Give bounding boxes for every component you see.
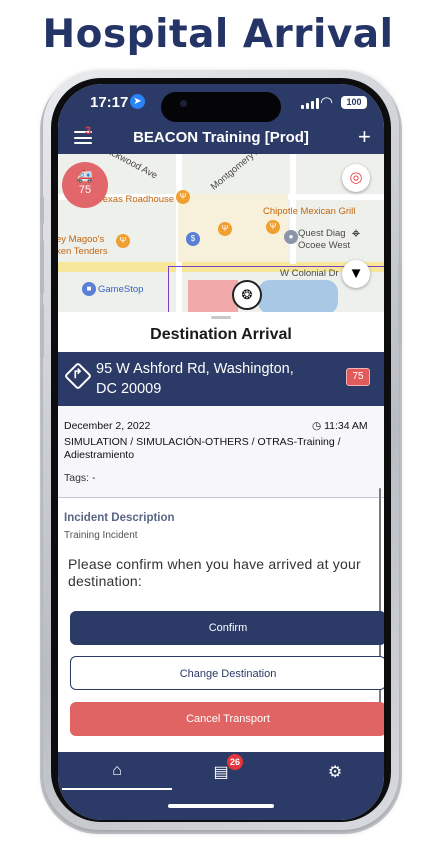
volume-down-button [40,304,44,358]
active-tab-indicator [62,788,172,790]
change-destination-button[interactable]: Change Destination [70,656,384,690]
page-headline: Hospital Arrival [42,12,394,57]
confirm-button[interactable]: Confirm [70,611,384,645]
home-indicator [168,804,274,808]
map-label-chipotle: Chipotle Mexican Grill [263,206,356,217]
filter-icon[interactable]: ▼ [342,260,370,288]
unit-marker[interactable]: 🚑 75 [62,162,108,208]
sheet-grab-handle[interactable] [211,316,231,319]
incident-type: SIMULATION / SIMULACIÓN-OTHERS / OTRAS-T… [64,436,341,461]
priority-badge: 75 [346,368,370,386]
messages-badge: 26 [227,754,243,770]
incident-time: ◷ 11:34 AM [312,420,368,432]
description-value: Training Incident [64,530,138,541]
sheet-title: Destination Arrival [150,326,292,343]
destination-arrival-sheet: Destination Arrival ↱ 95 W Ashford Rd, W… [58,312,384,752]
map-label-quest-1: Quest Diag [298,228,346,239]
address-line-2: DC 20009 [96,381,162,397]
store-pin-icon: ■ [82,282,96,296]
app-header: 17:17 ➤ ◠ 100 3 BEACON Training [Prod] + [58,84,384,154]
battery-icon: 100 [341,96,367,109]
app-title: BEACON Training [Prod] [133,129,309,146]
gear-icon: ⚙ [327,764,343,781]
map-label-magoos: ey Magoo's [58,234,105,245]
lifebuoy-icon[interactable]: ◎ [342,164,370,192]
map-label-texas-roadhouse: Texas Roadhouse [98,194,175,205]
restaurant-pin-icon: Ψ [218,222,232,236]
power-button [398,262,402,346]
directions-arrow-icon: ↱ [72,366,83,381]
unit-number: 75 [78,184,92,196]
map-label-quest-2: Ocoee West [298,240,351,251]
location-arrow-icon: ➤ [130,94,145,109]
map-label-montgomery: Montgomery Ave [208,154,271,193]
map-label-gamestop: GameStop [98,284,144,295]
restaurant-pin-icon: Ψ [266,220,280,234]
map-label-colonial: W Colonial Dr [280,268,339,279]
camera-icon [180,100,187,107]
add-button[interactable]: + [358,124,371,150]
incident-tags: Tags: - [64,472,96,484]
clock-icon: ◷ [312,420,325,432]
incident-date: December 2, 2022 [64,420,151,432]
restaurant-pin-icon: Ψ [116,234,130,248]
map-label-chicken: ken Tenders [58,246,108,257]
restaurant-pin-icon: Ψ [176,190,190,204]
incident-details: December 2, 2022 ◷ 11:34 AM SIMULATION /… [58,406,384,498]
wifi-icon: ◠ [320,94,334,111]
mute-switch [40,196,44,224]
address-line-1: 95 W Ashford Rd, Washington, [96,361,294,377]
bank-pin-icon: $ [186,232,200,246]
status-time: 17:17 [90,94,129,111]
recenter-location-icon[interactable]: ⌖ [342,220,370,248]
dynamic-island [161,92,281,122]
address-bar: ↱ 95 W Ashford Rd, Washington, DC 20009 … [58,352,384,406]
description-heading: Incident Description [64,512,175,524]
incident-time-value: 11:34 AM [324,420,368,432]
tab-settings[interactable]: ⚙ [320,762,350,782]
map-view[interactable]: Blackwood Ave Montgomery Ave Texas Roadh… [58,154,384,314]
tab-bar: ⌂ ▤ 26 ⚙ [58,752,384,820]
home-icon: ⌂ [112,762,122,779]
phone-screen: 17:17 ➤ ◠ 100 3 BEACON Training [Prod] +… [58,84,384,820]
chat-icon: ▤ [213,764,229,781]
scrollbar[interactable] [379,488,381,732]
tab-home[interactable]: ⌂ [102,762,132,782]
vehicle-icon[interactable]: ❂ [232,280,262,310]
signal-icon [301,98,319,109]
arrival-prompt: Please confirm when you have arrived at … [68,556,361,589]
destination-address: 95 W Ashford Rd, Washington, DC 20009 [96,359,306,399]
volume-up-button [40,240,44,294]
cancel-transport-button[interactable]: Cancel Transport [70,702,384,736]
lab-pin-icon: ● [284,230,298,244]
ambulance-icon: 🚑 [76,168,94,183]
